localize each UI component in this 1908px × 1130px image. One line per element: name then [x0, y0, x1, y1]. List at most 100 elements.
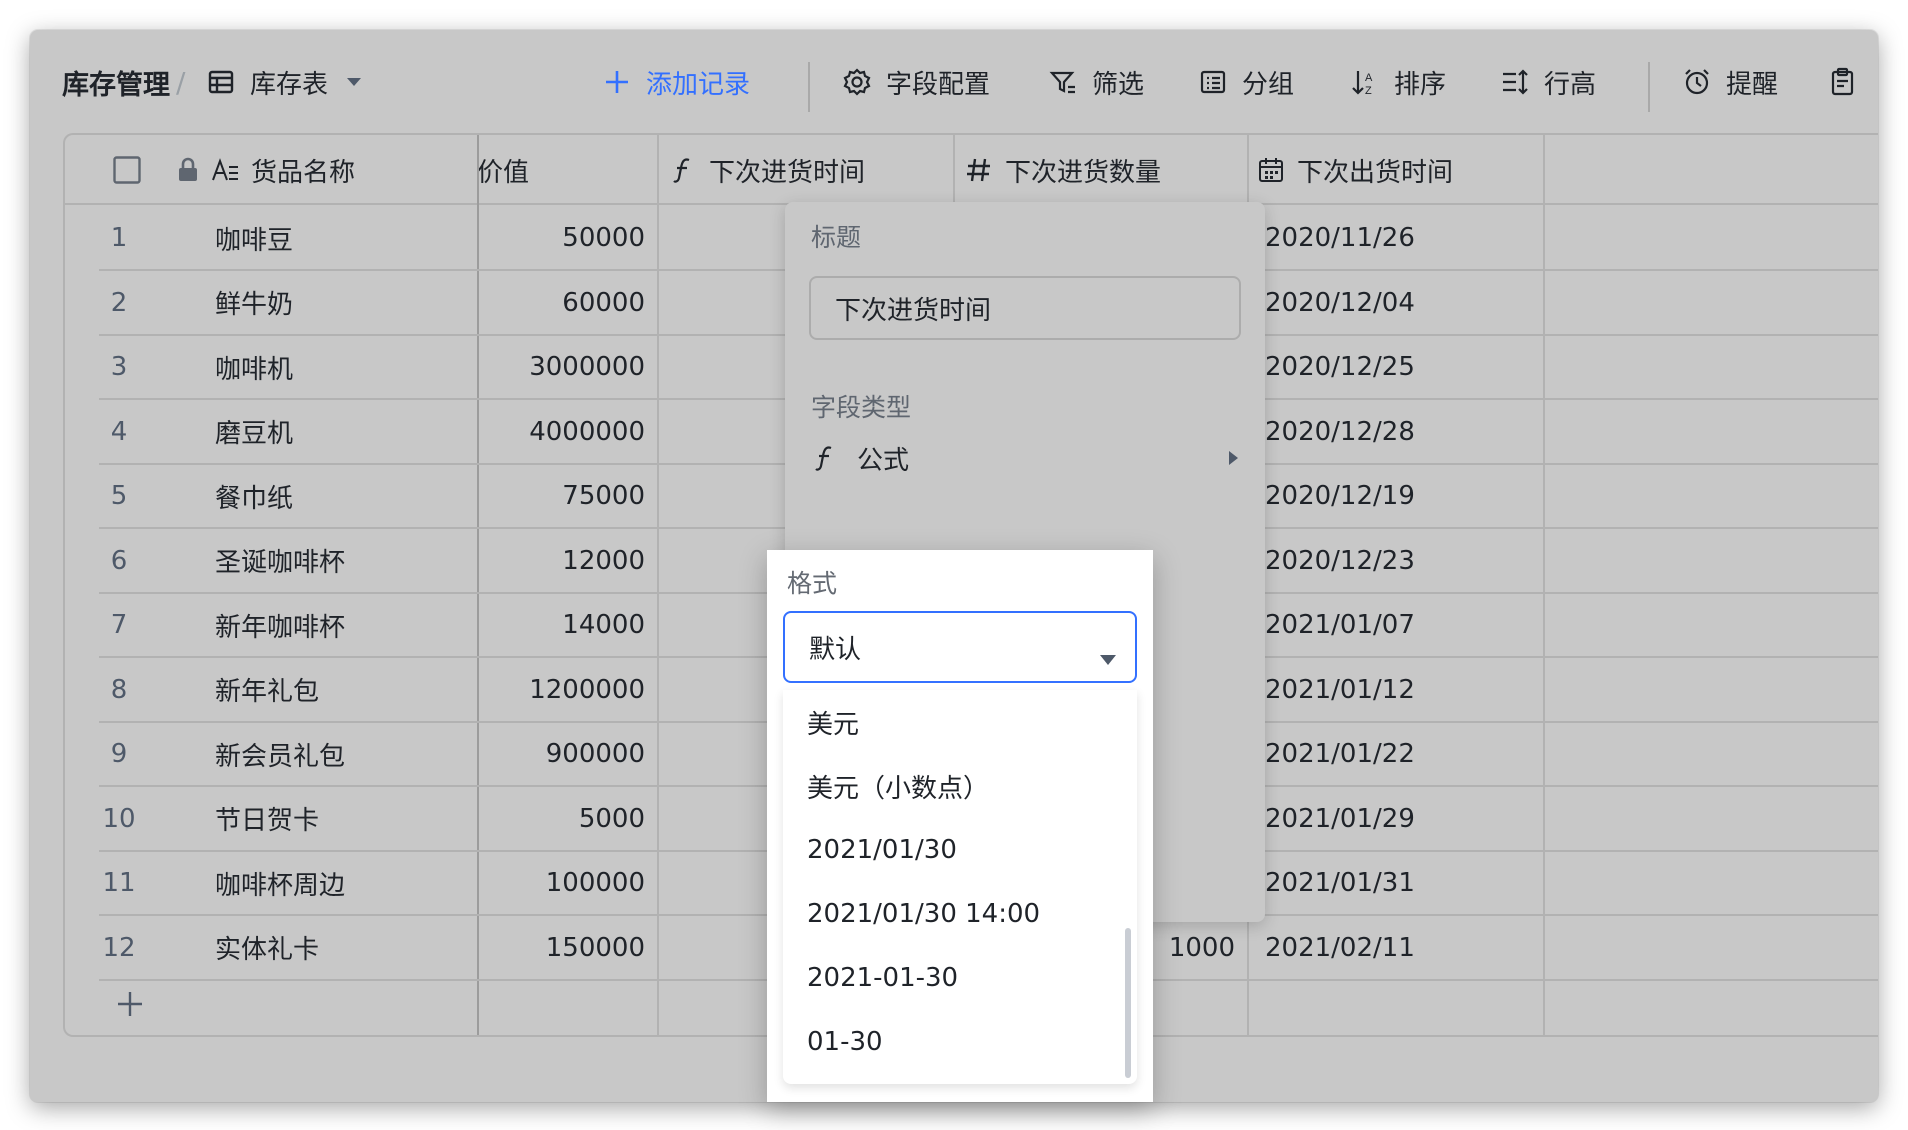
- cell-next-out-time[interactable]: 2021/01/31: [1265, 852, 1415, 914]
- gear-icon: [842, 67, 872, 97]
- cell-value[interactable]: 5000: [479, 788, 645, 850]
- plus-icon: [602, 67, 632, 97]
- funnel-icon: [1048, 67, 1078, 97]
- cell-value[interactable]: 3000000: [479, 336, 645, 398]
- header-name[interactable]: 货品名称: [177, 135, 355, 205]
- reminder-button[interactable]: 提醒: [1682, 30, 1778, 134]
- cell-next-out-time[interactable]: 2020/12/28: [1265, 401, 1415, 463]
- cell-next-out-time[interactable]: 2021/01/22: [1265, 723, 1415, 785]
- cell-value[interactable]: 60000: [479, 272, 645, 334]
- title-label: 标题: [811, 223, 862, 252]
- cell-name[interactable]: 咖啡豆: [215, 207, 293, 269]
- row-index: 5: [110, 481, 128, 511]
- format-option[interactable]: 美元（小数点）: [783, 754, 1137, 818]
- filter-button[interactable]: 筛选: [1048, 30, 1144, 134]
- cell-next-out-time[interactable]: 2020/12/25: [1265, 336, 1415, 398]
- sort-icon: AZ: [1350, 67, 1380, 97]
- select-all-checkbox[interactable]: [113, 135, 141, 205]
- add-record-button[interactable]: 添加记录: [602, 30, 750, 134]
- cell-name[interactable]: 磨豆机: [215, 401, 293, 463]
- cell-name[interactable]: 新会员礼包: [215, 723, 345, 785]
- format-panel: 格式 默认 美元 美元（小数点） 2021/01/30 2021/01/30 14:0…: [767, 550, 1153, 1102]
- row-index: 4: [110, 416, 128, 447]
- header-value[interactable]: 价值: [477, 135, 529, 205]
- header-next-in-qty[interactable]: 下次进货数量: [965, 135, 1161, 205]
- sort-button[interactable]: AZ 排序: [1350, 30, 1446, 134]
- alarm-clock-icon: [1682, 67, 1712, 97]
- cell-value[interactable]: 900000: [479, 723, 645, 785]
- cell-name[interactable]: 新年咖啡杯: [215, 594, 345, 656]
- cell-name[interactable]: 实体礼卡: [215, 917, 319, 979]
- format-option[interactable]: 01-30: [783, 1010, 1137, 1074]
- row-index: 2: [110, 287, 128, 318]
- list-group-icon: [1198, 67, 1228, 97]
- triangle-down-icon: [346, 76, 362, 88]
- lock-icon: [177, 156, 199, 184]
- table-switcher[interactable]: 库存表: [206, 30, 362, 134]
- options-scrollbar[interactable]: [1125, 928, 1131, 1078]
- row-index: 12: [102, 932, 136, 963]
- row-index: 1: [110, 223, 128, 253]
- header-next-in-time[interactable]: 下次进货时间: [669, 135, 865, 205]
- format-option[interactable]: 2021/01/30: [783, 818, 1137, 882]
- cell-next-out-time[interactable]: 2021/01/29: [1265, 788, 1415, 850]
- clipboard-icon: [1828, 67, 1858, 97]
- field-config-button[interactable]: 字段配置: [842, 30, 990, 134]
- toolbar-divider: [808, 62, 810, 112]
- calendar-icon: [1257, 156, 1285, 184]
- text-field-icon: [211, 156, 239, 184]
- group-button[interactable]: 分组: [1198, 30, 1294, 134]
- svg-text:Z: Z: [1365, 85, 1372, 97]
- row-index: 3: [110, 352, 128, 382]
- cell-value[interactable]: 14000: [479, 594, 645, 656]
- cell-next-out-time[interactable]: 2020/12/04: [1265, 272, 1415, 334]
- cell-next-out-time[interactable]: 2020/12/19: [1265, 465, 1415, 527]
- row-index: 9: [110, 739, 128, 769]
- cell-value[interactable]: 12000: [479, 530, 645, 592]
- cell-next-out-time[interactable]: 2021/01/07: [1265, 594, 1415, 656]
- field-type-selector[interactable]: 公式: [811, 438, 1241, 478]
- cell-name[interactable]: 咖啡机: [215, 336, 293, 398]
- field-type-label: 字段类型: [811, 393, 912, 422]
- row-height-icon: [1500, 67, 1530, 97]
- cell-value[interactable]: 1200000: [479, 659, 645, 721]
- cell-value[interactable]: 150000: [479, 917, 645, 979]
- breadcrumb-separator: /: [176, 65, 186, 99]
- toolbar: 库存管理 / 库存表 添加记录 字段配置 筛选 分组 A Z 排序 行高 提醒: [30, 30, 1878, 134]
- row-index: 6: [110, 545, 128, 576]
- format-option[interactable]: 2021-01-30: [783, 946, 1137, 1010]
- cell-name[interactable]: 餐巾纸: [215, 465, 293, 527]
- cell-next-out-time[interactable]: 2020/11/26: [1265, 207, 1415, 269]
- format-label: 格式: [787, 569, 838, 598]
- cell-next-out-time[interactable]: 2021/01/12: [1265, 659, 1415, 721]
- format-option[interactable]: 美元: [783, 690, 1137, 754]
- chevron-right-icon: [1225, 450, 1241, 466]
- header-next-out-time[interactable]: 下次出货时间: [1257, 135, 1453, 205]
- cell-next-out-time[interactable]: 2021/02/11: [1265, 917, 1415, 979]
- formula-icon: [669, 156, 697, 184]
- triangle-down-icon: [1099, 643, 1117, 665]
- svg-text:A: A: [1365, 72, 1373, 84]
- cell-name[interactable]: 圣诞咖啡杯: [215, 530, 345, 592]
- cell-value[interactable]: 50000: [479, 207, 645, 269]
- format-select[interactable]: 默认: [783, 611, 1137, 683]
- cell-value[interactable]: 100000: [479, 852, 645, 914]
- cell-name[interactable]: 鲜牛奶: [215, 272, 293, 334]
- cell-value[interactable]: 75000: [479, 465, 645, 527]
- row-height-button[interactable]: 行高: [1500, 30, 1596, 134]
- cell-name[interactable]: 咖啡杯周边: [215, 852, 345, 914]
- row-index: 8: [110, 674, 128, 705]
- cell-name[interactable]: 节日贺卡: [215, 788, 319, 850]
- row-index: 7: [110, 610, 128, 640]
- add-row-button[interactable]: [113, 987, 147, 1021]
- format-option[interactable]: 2021/01/30 14:00: [783, 882, 1137, 946]
- title-input[interactable]: 下次进货时间: [809, 276, 1241, 340]
- toolbar-divider: [1648, 62, 1650, 112]
- cell-value[interactable]: 4000000: [479, 401, 645, 463]
- base-name[interactable]: 库存管理: [62, 30, 170, 134]
- cell-name[interactable]: 新年礼包: [215, 659, 319, 721]
- hash-icon: [965, 156, 993, 184]
- more-button[interactable]: [1828, 30, 1872, 134]
- cell-next-out-time[interactable]: 2020/12/23: [1265, 530, 1415, 592]
- format-options-list: 美元 美元（小数点） 2021/01/30 2021/01/30 14:00 2021-…: [783, 690, 1137, 1084]
